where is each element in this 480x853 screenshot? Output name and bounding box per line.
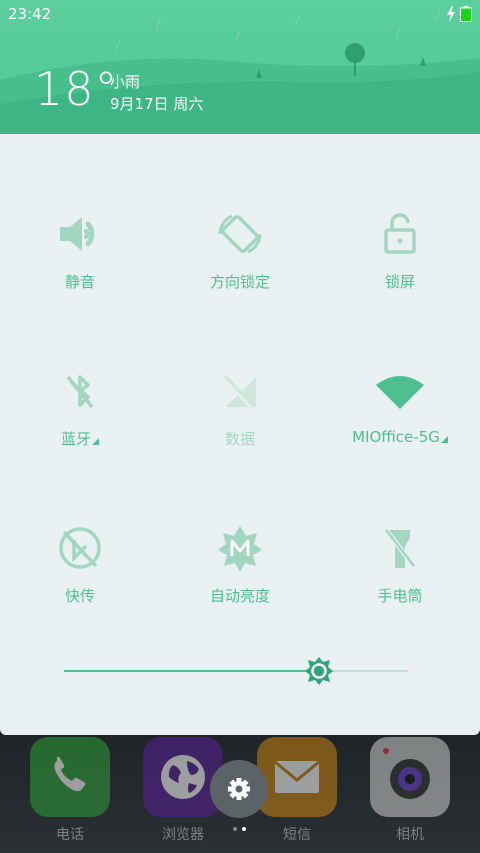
settings-button[interactable] (210, 760, 268, 818)
toggle-mute[interactable]: 静音 (0, 180, 160, 336)
camera-app-label: 相机 (396, 827, 424, 843)
toggle-lock-screen[interactable]: 锁屏 (320, 180, 480, 336)
weather-condition: 小雨 (110, 73, 141, 91)
toggle-flashlight-label: 手电筒 (377, 587, 423, 605)
message-icon (274, 760, 320, 793)
toggle-lock-screen-label: 锁屏 (384, 273, 415, 291)
mobile-data-off-icon (222, 374, 256, 409)
toggle-mi-drop[interactable]: 快传 (0, 494, 160, 650)
phone-icon (54, 756, 86, 792)
mi-drop-off-icon (59, 527, 101, 569)
bluetooth-off-icon (66, 375, 94, 409)
status-bar: 23:42 (0, 0, 480, 28)
weather-header[interactable]: 23:42 18° 小雨 9月17日 周六 (0, 0, 480, 134)
message-app-label: 短信 (283, 827, 311, 843)
toggle-mobile-data[interactable]: 数据 (160, 337, 320, 493)
volume-icon (60, 217, 95, 251)
toggle-bluetooth-label: 蓝牙 (0, 428, 160, 449)
page-indicator (233, 827, 246, 831)
more-options-indicator (92, 438, 99, 445)
toggle-bluetooth[interactable]: 蓝牙 (0, 337, 160, 493)
bluetooth-label-text: 蓝牙 (60, 430, 91, 448)
camera-icon (383, 748, 430, 799)
toggle-auto-brightness-label: 自动亮度 (209, 587, 270, 605)
flashlight-off-icon (384, 528, 416, 568)
toggle-rotation-lock-label: 方向锁定 (209, 273, 270, 291)
weather-date: 9月17日 周六 (110, 95, 204, 113)
toggle-wifi[interactable]: MIOffice-5G (320, 337, 480, 493)
toggle-flashlight[interactable]: 手电筒 (320, 494, 480, 650)
toggle-rotation-lock[interactable]: 方向锁定 (160, 180, 320, 336)
auto-brightness-icon (218, 526, 262, 572)
clock: 23:42 (8, 5, 52, 23)
toggle-wifi-label: MIOffice-5G (320, 428, 480, 446)
message-app[interactable] (257, 737, 337, 817)
toggle-mi-drop-label: 快传 (64, 587, 95, 605)
camera-app[interactable] (370, 737, 450, 817)
lock-icon (384, 213, 416, 254)
wifi-label-text: MIOffice-5G (352, 428, 440, 446)
toggle-mute-label: 静音 (64, 273, 95, 291)
bolt-icon (447, 6, 455, 22)
quick-settings-panel: 静音 方向锁定 锁屏 蓝牙 数据 MIOffice-5G 快传 自动亮度 手电筒 (0, 134, 480, 735)
browser-app-label: 浏览器 (162, 827, 204, 843)
brightness-icon[interactable] (304, 656, 334, 686)
temperature: 18° (34, 62, 119, 116)
toggle-auto-brightness[interactable]: 自动亮度 (160, 494, 320, 650)
more-options-indicator (440, 436, 448, 443)
brightness-slider[interactable] (64, 656, 408, 688)
toggle-mobile-data-label: 数据 (224, 430, 255, 448)
rotation-lock-icon (218, 214, 262, 254)
brightness-fill (64, 670, 319, 672)
phone-app[interactable] (30, 737, 110, 817)
battery-icon (460, 6, 472, 22)
wifi-icon (376, 376, 424, 409)
battery-status (446, 6, 472, 22)
gear-icon (228, 778, 250, 800)
phone-app-label: 电话 (56, 827, 84, 843)
